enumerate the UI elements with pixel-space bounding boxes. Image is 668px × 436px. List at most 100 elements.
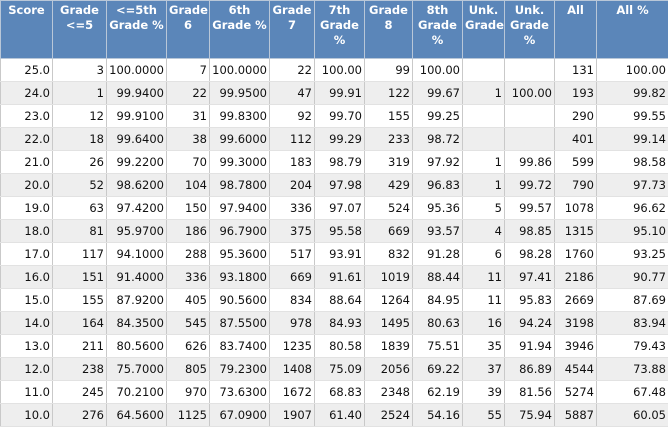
score-distribution-table: Score Grade <=5 <=5th Grade % Grade 6 6th Gr… xyxy=(0,0,668,427)
table-cell: 626 xyxy=(166,334,210,358)
table-cell: 67.0900 xyxy=(209,403,270,427)
header-row: Score Grade <=5 <=5th Grade % Grade 6 6th Gr… xyxy=(0,0,668,59)
table-cell: 99.70 xyxy=(314,104,365,128)
table-cell: 524 xyxy=(364,196,413,220)
table-cell: 4544 xyxy=(554,357,597,381)
table-cell: 288 xyxy=(166,242,210,266)
table-cell: 14.0 xyxy=(0,311,53,335)
column-header: Grade <=5 xyxy=(52,0,107,59)
table-cell: 1 xyxy=(52,81,107,105)
table-cell: 204 xyxy=(269,173,315,197)
table-cell: 2186 xyxy=(554,265,597,289)
table-cell: 99.14 xyxy=(596,127,668,151)
table-cell: 93.57 xyxy=(412,219,463,243)
table-cell: 90.5600 xyxy=(209,288,270,312)
table-cell xyxy=(462,127,505,151)
table-cell: 122 xyxy=(364,81,413,105)
table-cell: 970 xyxy=(166,380,210,404)
table-cell: 429 xyxy=(364,173,413,197)
table-cell: 63 xyxy=(52,196,107,220)
table-cell: 83.7400 xyxy=(209,334,270,358)
table-cell: 22 xyxy=(269,58,315,82)
table-cell: 10.0 xyxy=(0,403,53,427)
table-cell: 11 xyxy=(462,288,505,312)
table-cell: 99.9400 xyxy=(106,81,167,105)
table-cell xyxy=(462,104,505,128)
table-cell: 1 xyxy=(462,81,505,105)
table-cell: 81.56 xyxy=(504,380,555,404)
table-cell: 98.6200 xyxy=(106,173,167,197)
table-cell xyxy=(504,58,555,82)
table-cell: 93.25 xyxy=(596,242,668,266)
table-cell: 31 xyxy=(166,104,210,128)
table-cell: 68.83 xyxy=(314,380,365,404)
table-cell: 4 xyxy=(462,219,505,243)
table-cell: 276 xyxy=(52,403,107,427)
table-cell: 99.57 xyxy=(504,196,555,220)
table-cell: 88.44 xyxy=(412,265,463,289)
table-cell: 5 xyxy=(462,196,505,220)
table-cell: 1408 xyxy=(269,357,315,381)
table-cell: 80.5600 xyxy=(106,334,167,358)
table-cell: 73.6300 xyxy=(209,380,270,404)
table-cell: 2348 xyxy=(364,380,413,404)
table-cell: 3 xyxy=(52,58,107,82)
table-cell: 405 xyxy=(166,288,210,312)
column-header: Grade 7 xyxy=(269,0,315,59)
table-cell: 117 xyxy=(52,242,107,266)
table-cell: 17.0 xyxy=(0,242,53,266)
table-row: 14.0 164 84.3500 545 87.5500 978 84.93 1495 80.6… xyxy=(0,311,668,335)
table-cell: 164 xyxy=(52,311,107,335)
table-cell: 2524 xyxy=(364,403,413,427)
table-cell: 233 xyxy=(364,127,413,151)
table-cell: 131 xyxy=(554,58,597,82)
table-cell: 1495 xyxy=(364,311,413,335)
column-header: 6th Grade % xyxy=(209,0,270,59)
table-row: 12.0 238 75.7000 805 79.2300 1408 75.09 2056 69.… xyxy=(0,357,668,381)
table-cell: 1672 xyxy=(269,380,315,404)
table-cell: 99.55 xyxy=(596,104,668,128)
table-cell: 375 xyxy=(269,219,315,243)
table-cell: 2056 xyxy=(364,357,413,381)
table-cell: 99.2200 xyxy=(106,150,167,174)
table-cell: 100.00 xyxy=(596,58,668,82)
table-cell: 79.43 xyxy=(596,334,668,358)
table-cell: 99.72 xyxy=(504,173,555,197)
table-cell: 669 xyxy=(269,265,315,289)
table-cell: 84.93 xyxy=(314,311,365,335)
table-cell: 193 xyxy=(554,81,597,105)
table-cell: 97.92 xyxy=(412,150,463,174)
table-cell: 5274 xyxy=(554,380,597,404)
table-cell: 91.4000 xyxy=(106,265,167,289)
table-cell: 186 xyxy=(166,219,210,243)
table-cell: 23.0 xyxy=(0,104,53,128)
table-cell: 11 xyxy=(462,265,505,289)
table-cell: 211 xyxy=(52,334,107,358)
table-row: 15.0 155 87.9200 405 90.5600 834 88.64 1264 84.9… xyxy=(0,288,668,312)
table-cell: 1907 xyxy=(269,403,315,427)
column-header: Grade 6 xyxy=(166,0,210,59)
table-cell: 16 xyxy=(462,311,505,335)
table-cell: 7 xyxy=(166,58,210,82)
table-cell: 22 xyxy=(166,81,210,105)
table-cell: 26 xyxy=(52,150,107,174)
table-cell: 38 xyxy=(166,127,210,151)
table-cell: 18 xyxy=(52,127,107,151)
table-cell: 832 xyxy=(364,242,413,266)
table-cell: 96.62 xyxy=(596,196,668,220)
table-cell: 96.7900 xyxy=(209,219,270,243)
table-row: 23.0 12 99.9100 31 99.8300 92 99.70 155 99.25 290… xyxy=(0,104,668,128)
table-cell: 79.2300 xyxy=(209,357,270,381)
column-header: Score xyxy=(0,0,53,59)
table-row: 18.0 81 95.9700 186 96.7900 375 95.58 669 93.57 4… xyxy=(0,219,668,243)
column-header: Unk. Grade % xyxy=(504,0,555,59)
table-cell: 99.9500 xyxy=(209,81,270,105)
table-cell: 151 xyxy=(52,265,107,289)
table-cell: 67.48 xyxy=(596,380,668,404)
table-cell: 99.91 xyxy=(314,81,365,105)
table-cell: 75.7000 xyxy=(106,357,167,381)
table-cell: 150 xyxy=(166,196,210,220)
table-cell: 55 xyxy=(462,403,505,427)
table-cell: 90.77 xyxy=(596,265,668,289)
table-cell: 100.0000 xyxy=(106,58,167,82)
